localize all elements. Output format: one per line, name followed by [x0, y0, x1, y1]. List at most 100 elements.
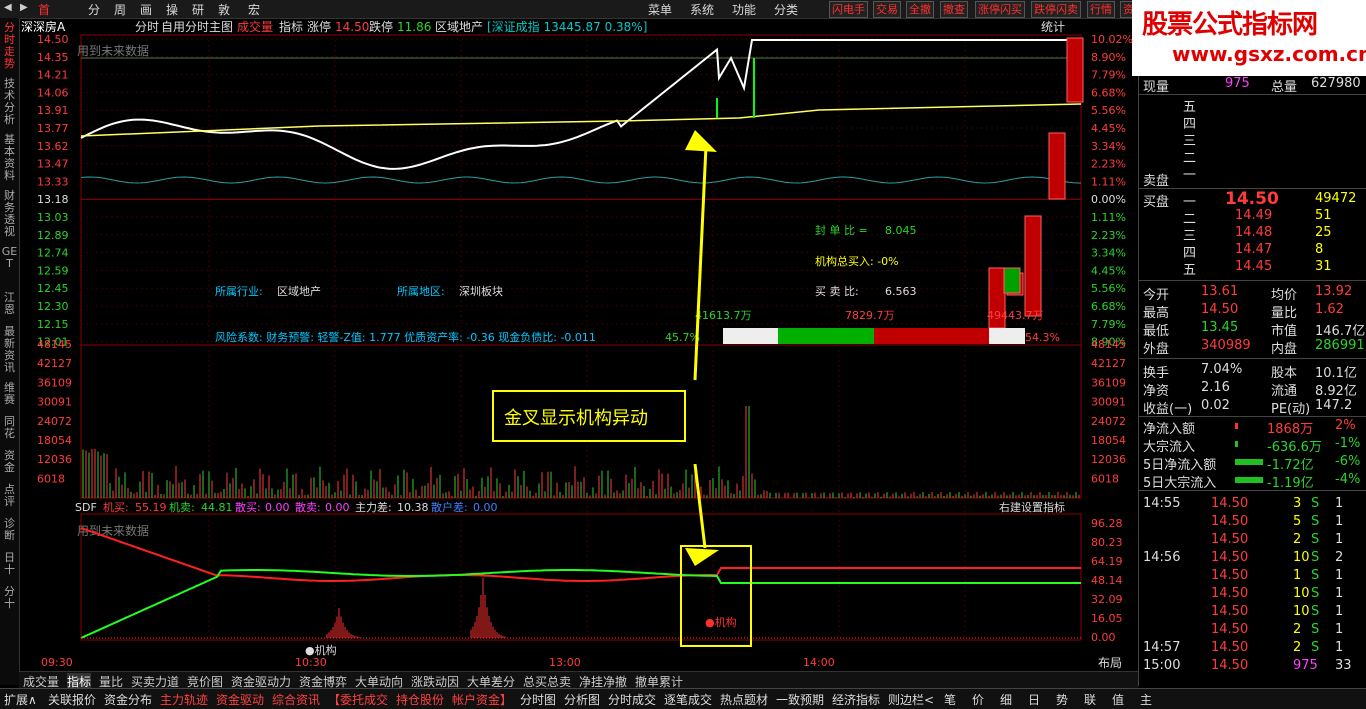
quote-text: S [1311, 604, 1319, 619]
chevron-right-icon[interactable]: ▶ [20, 2, 28, 13]
left-tab[interactable]: 维赛 [1, 382, 18, 406]
flow-bar [1235, 441, 1238, 447]
quote-text: 10.1亿 [1315, 362, 1357, 381]
status-item[interactable]: 主力轨迹 [160, 691, 208, 708]
menu-item[interactable]: 敦 [218, 1, 230, 18]
left-tab[interactable]: 基本资料 [1, 134, 18, 182]
menu-item[interactable]: 系统 [690, 1, 714, 18]
status-item[interactable]: 则边栏< [888, 691, 934, 708]
menu-item[interactable]: 分类 [774, 1, 798, 18]
left-tab[interactable]: 分时走势 [1, 22, 18, 70]
status-item[interactable]: 分时图 [520, 691, 556, 708]
status-item[interactable]: 势 [1056, 691, 1068, 708]
left-tab[interactable]: 最新资讯 [1, 326, 18, 374]
menu-item[interactable]: 功能 [732, 1, 756, 18]
sdf-jm2_label: 机卖: [169, 500, 195, 514]
quote-row: 14.50 1 S 1 [1139, 568, 1366, 586]
divider [1139, 490, 1366, 491]
status-item[interactable]: 资金驱动 [216, 691, 264, 708]
info-industry_label: 所属行业: [215, 285, 263, 298]
left-tab[interactable]: 同花 [1, 416, 18, 440]
menu-item[interactable]: 研 [192, 1, 204, 18]
ratio-bar-sell [874, 328, 989, 344]
status-item[interactable]: 逐笔成交 [664, 691, 712, 708]
status-item[interactable]: 联 [1084, 691, 1096, 708]
quote-row: 14.50 10 S 1 [1139, 586, 1366, 604]
toolbar-button[interactable]: 涨停闪买 [975, 1, 1025, 18]
quote-text: 13.92 [1315, 284, 1352, 299]
toolbar-button[interactable]: 闪电手 [829, 1, 868, 18]
quote-row: 14.50 2 S 1 [1139, 622, 1366, 640]
price-axis-label: 13.91 [37, 104, 69, 117]
quote-row: 最低 13.45 市值 146.7亿 [1139, 320, 1366, 338]
status-item[interactable]: 【委托成交 [328, 691, 388, 708]
status-item[interactable]: 关联报价 [48, 691, 96, 708]
info-inst_label: 机构总买入: -0% [815, 254, 899, 268]
quote-text: 收益(一) [1143, 398, 1192, 417]
pct-axis-label: 10.02% [1091, 33, 1133, 46]
quote-row: 5日净流入额 -1.72亿 -6% [1139, 454, 1366, 472]
status-item[interactable]: 帐户资金】 [452, 691, 512, 708]
left-tab[interactable]: 分十 [1, 586, 18, 610]
quote-text: 5 [1293, 514, 1301, 529]
left-tab[interactable]: 财务透视 [1, 190, 18, 238]
chart-header-limit_up: 14.50 [335, 20, 369, 34]
chart-header-mode2: 自用分时主图 [161, 20, 233, 34]
menu-item[interactable]: 菜单 [648, 1, 672, 18]
status-item[interactable]: 一致预期 [776, 691, 824, 708]
menu-item[interactable]: 分 [88, 1, 100, 18]
info-risk: 风险系数: 财务预警: 轻警-Z值: 1.777 优质资产率: -0.36 现金… [215, 330, 596, 344]
left-tab[interactable]: 资金 [1, 450, 18, 474]
toolbar-button[interactable]: 撤查 [940, 1, 968, 18]
status-item[interactable]: 值 [1112, 691, 1124, 708]
status-item[interactable]: 主 [1140, 691, 1152, 708]
status-item[interactable]: 扩展∧ [4, 691, 37, 708]
quote-text: 25 [1315, 225, 1332, 240]
quote-row: 二 14.49 51 [1139, 208, 1366, 226]
intraday-chart[interactable]: 深深房A 分时 自用分时主图 成交量 指标 涨停 14.50 跌停 11.86 区域地产 [深证成指… [19, 18, 1136, 672]
quote-text: 14.50 [1211, 658, 1248, 673]
menu-item[interactable]: 画 [140, 1, 152, 18]
toolbar-button[interactable]: 交易 [873, 1, 901, 18]
menu-item[interactable]: 首 [38, 1, 50, 18]
menu-item[interactable]: 操 [166, 1, 178, 18]
status-item[interactable]: 持仓股份 [396, 691, 444, 708]
quote-text: S [1311, 568, 1319, 583]
status-item[interactable]: 细 [1000, 691, 1012, 708]
status-item[interactable]: 经济指标 [832, 691, 880, 708]
pct-axis-label: 5.56% [1091, 104, 1126, 117]
menu-item[interactable]: 宏 [248, 1, 260, 18]
menu-item[interactable]: 周 [114, 1, 126, 18]
quote-row: 净流入额 1868万 2% [1139, 418, 1366, 436]
chart-canvas[interactable]: 深深房A 分时 自用分时主图 成交量 指标 涨停 14.50 跌停 11.86 区域地产 [深证成指… [19, 18, 1136, 672]
price-pane-border [81, 35, 1081, 345]
quote-text: 换手 [1143, 362, 1169, 381]
sdf-jm2: 44.81 [201, 501, 233, 514]
status-item[interactable]: 分时成交 [608, 691, 656, 708]
left-tab[interactable]: 江恩 [1, 292, 18, 316]
layout-button[interactable]: 布局 [1098, 654, 1122, 671]
left-tab[interactable]: GET [1, 246, 18, 270]
status-item[interactable]: 日 [1028, 691, 1040, 708]
chevron-left-icon[interactable]: ◀ [4, 2, 12, 13]
ratio-bar-sell-light [989, 328, 1025, 344]
status-item[interactable]: 价 [972, 691, 984, 708]
status-item[interactable]: 资金分布 [104, 691, 152, 708]
quote-text: 51 [1315, 208, 1332, 223]
left-tab[interactable]: 点评 [1, 484, 18, 508]
ratio-bar-buy-light [723, 328, 778, 344]
status-item[interactable]: 分析图 [564, 691, 600, 708]
status-item[interactable]: 热点题材 [720, 691, 768, 708]
status-item[interactable]: 综合资讯 [272, 691, 320, 708]
status-item[interactable]: 笔 [944, 691, 956, 708]
toolbar-button[interactable]: 全撤 [906, 1, 934, 18]
left-tab[interactable]: 诊断 [1, 518, 18, 542]
volume-axis-label: 30091 [1091, 396, 1126, 409]
volume-axis-label: 24072 [1091, 415, 1126, 428]
toolbar-button[interactable]: 跌停闪卖 [1031, 1, 1081, 18]
left-tab[interactable]: 日十 [1, 552, 18, 576]
quote-row: 今开 13.61 均价 13.92 [1139, 284, 1366, 302]
left-tab[interactable]: 技术分析 [1, 78, 18, 126]
toolbar-button[interactable]: 行情 [1087, 1, 1115, 18]
quote-text: 15:00 [1143, 658, 1180, 673]
